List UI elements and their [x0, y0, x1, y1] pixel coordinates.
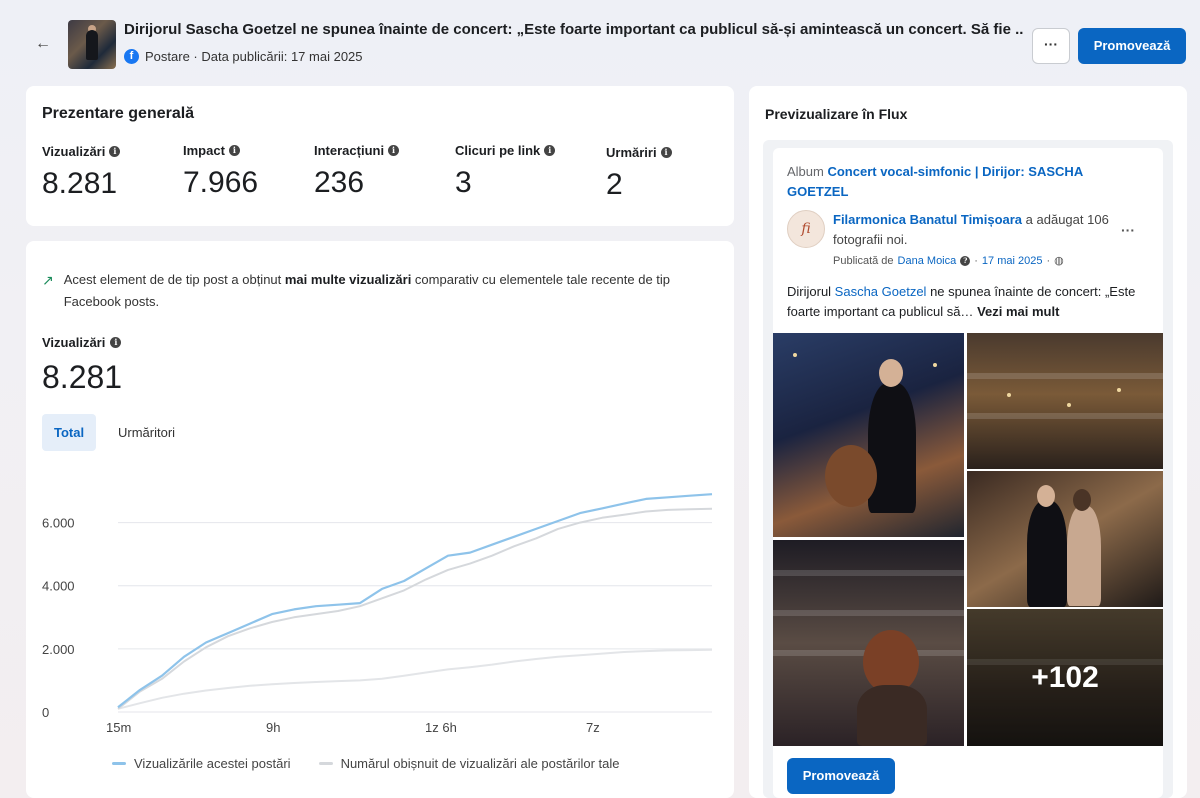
views-value: 8.281 — [42, 359, 123, 395]
post-header: ← Dirijorul Sascha Goetzel ne spunea îna… — [0, 0, 1200, 82]
y-tick-label: 6.000 — [42, 516, 75, 531]
legend-swatch — [112, 762, 126, 765]
metric-value: 3 — [455, 166, 472, 199]
views-label: Vizualizări i — [42, 335, 122, 350]
facebook-post: Album Concert vocal-simfonic | Dirijor: … — [773, 148, 1163, 798]
published-by-prefix: Publicată de — [833, 254, 894, 267]
y-tick-label: 0 — [42, 705, 49, 720]
more-options-button[interactable]: ··· — [1032, 28, 1070, 64]
page-name-link[interactable]: Filarmonica Banatul Timișoara — [833, 212, 1022, 227]
post-meta: f Postare · Data publicării: 17 mai 2025 — [124, 49, 363, 64]
metric-impact: Impact i 7.966 — [183, 143, 258, 200]
info-icon[interactable]: i — [109, 146, 121, 157]
x-tick-label: 7z — [586, 720, 600, 735]
insight-text: Acest element de de tip post a obținut m… — [63, 272, 671, 309]
photo-conductor[interactable] — [773, 333, 964, 537]
info-icon[interactable]: i — [660, 147, 672, 158]
info-icon[interactable]: i — [228, 145, 240, 156]
published-line: Publicată de Dana Moica ? · 17 mai 2025 … — [833, 254, 1064, 268]
legend-item-typical: Numărul obișnuit de vizualizări ale post… — [318, 756, 620, 771]
y-tick-label: 2.000 — [42, 642, 75, 657]
preview-title: Previzualizare în Flux — [765, 106, 908, 122]
tab-followers[interactable]: Urmăritori — [106, 414, 187, 451]
metric-value: 236 — [314, 166, 365, 199]
x-tick-label: 15m — [106, 720, 131, 735]
x-tick-label: 1z 6h — [425, 720, 457, 735]
promote-button[interactable]: Promovează — [1078, 28, 1186, 64]
page-line: Filarmonica Banatul Timișoara a adăugat … — [833, 210, 1113, 250]
metric-value: 2 — [606, 168, 623, 201]
page-avatar[interactable]: ﬁ — [787, 210, 825, 248]
legend-label: Vizualizările acestei postări — [134, 756, 291, 771]
y-tick-label: 4.000 — [42, 579, 75, 594]
chart-legend: Vizualizările acestei postări Numărul ob… — [112, 756, 619, 771]
question-icon[interactable]: ? — [960, 255, 971, 266]
metric-link-clicks: Clicuri pe link i 3 — [455, 143, 556, 200]
preview-promote-button[interactable]: Promovează — [787, 758, 895, 794]
post-text: Dirijorul Sascha Goetzel ne spunea înain… — [787, 284, 1136, 319]
album-prefix: Album — [787, 164, 828, 179]
series-line-2 — [117, 648, 713, 710]
post-thumbnail — [68, 20, 116, 69]
photo-grid: +102 — [773, 333, 1163, 746]
see-more-link[interactable]: Vezi mai mult — [977, 304, 1059, 319]
album-link[interactable]: Concert vocal-simfonic | Dirijor: SASCHA… — [787, 164, 1083, 199]
preview-frame: Album Concert vocal-simfonic | Dirijor: … — [763, 140, 1173, 798]
tab-total[interactable]: Total — [42, 414, 97, 451]
mention-link[interactable]: Sascha Goetzel — [835, 284, 927, 299]
info-icon[interactable]: i — [110, 337, 122, 348]
views-line-chart: 0 2.000 4.000 6.000 15m 9h 1z 6h 7z — [42, 493, 713, 735]
feed-preview-card: Previzualizare în Flux Album Concert voc… — [749, 86, 1187, 798]
insight-row: ↗ Acest element de de tip post a obținut… — [42, 269, 722, 313]
views-chart-card: ↗ Acest element de de tip post a obținut… — [26, 241, 734, 798]
globe-icon: ◍ — [1054, 255, 1064, 267]
photo-orchestra-wide[interactable] — [967, 333, 1163, 469]
overview-title: Prezentare generală — [42, 105, 195, 122]
back-arrow-icon[interactable]: ← — [32, 33, 54, 55]
metric-label: Urmăriri — [606, 145, 657, 160]
series-line-0 — [117, 493, 713, 709]
published-date-link[interactable]: 17 mai 2025 — [982, 255, 1043, 267]
legend-item-this-post: Vizualizările acestei postări — [112, 756, 291, 771]
facebook-icon: f — [124, 49, 139, 64]
more-photos-count: +102 — [1031, 661, 1099, 694]
metric-interactions: Interacțiuni i 236 — [314, 143, 400, 200]
legend-swatch — [318, 762, 333, 765]
photo-choir[interactable] — [773, 540, 964, 746]
views-label-text: Vizualizări — [42, 335, 106, 350]
metric-views: Vizualizări i 8.281 — [42, 144, 121, 201]
trending-up-icon: ↗ — [42, 272, 54, 288]
metric-label: Vizualizări — [42, 144, 106, 159]
legend-label: Numărul obișnuit de vizualizări ale post… — [340, 756, 620, 771]
photo-more[interactable]: +102 — [967, 609, 1163, 746]
metric-label: Impact — [183, 143, 225, 158]
info-icon[interactable]: i — [388, 145, 400, 156]
metric-label: Clicuri pe link — [455, 143, 541, 158]
post-title: Dirijorul Sascha Goetzel ne spunea înain… — [124, 21, 1024, 38]
post-more-icon[interactable]: ··· — [1121, 222, 1135, 238]
metric-value: 8.281 — [42, 167, 118, 200]
overview-card: Prezentare generală Vizualizări i 8.281 I… — [26, 86, 734, 226]
series-line-1 — [117, 507, 713, 710]
metric-label: Interacțiuni — [314, 143, 385, 158]
album-line: Album Concert vocal-simfonic | Dirijor: … — [787, 162, 1127, 202]
photo-soloists[interactable] — [967, 471, 1163, 607]
post-meta-text: Postare · Data publicării: 17 mai 2025 — [145, 49, 363, 64]
metric-value: 7.966 — [183, 166, 259, 199]
x-tick-label: 9h — [266, 720, 280, 735]
info-icon[interactable]: i — [544, 145, 556, 156]
publisher-link[interactable]: Dana Moica — [898, 255, 957, 267]
metric-follows: Urmăriri i 2 — [606, 145, 672, 202]
